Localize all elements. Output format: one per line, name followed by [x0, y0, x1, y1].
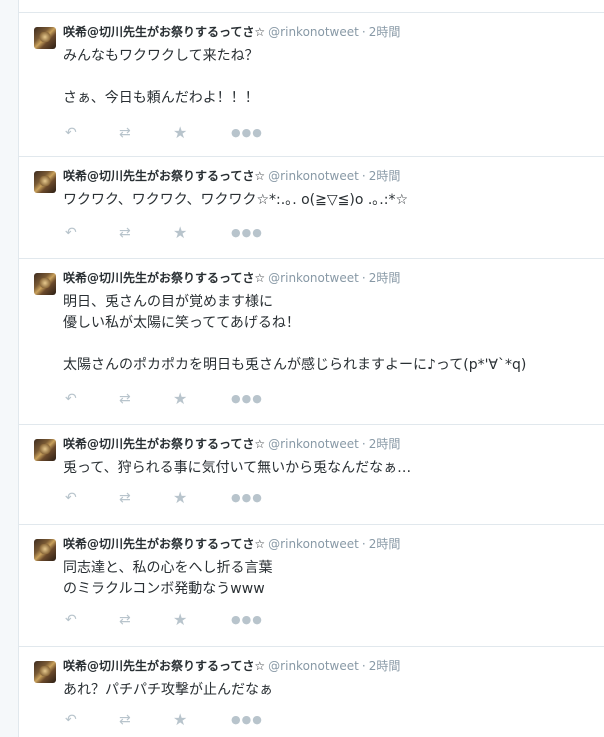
- reply-icon[interactable]: ↶: [65, 489, 77, 507]
- more-icon[interactable]: ●●●: [231, 711, 263, 729]
- retweet-icon[interactable]: ⇄: [119, 711, 131, 729]
- retweet-icon[interactable]: ⇄: [119, 390, 131, 408]
- star-icon[interactable]: ★: [173, 224, 187, 242]
- tweet-text: 兎って、狩られる事に気付いて無いから兎なんだなぁ…: [63, 460, 412, 476]
- more-icon[interactable]: ●●●: [231, 390, 263, 408]
- tweet-fullname[interactable]: 咲希@切川先生がお祭りするってさ☆: [63, 437, 265, 451]
- avatar[interactable]: [34, 27, 56, 49]
- tweet-timestamp[interactable]: 2時間: [369, 169, 401, 183]
- tweet-header: 咲希@切川先生がお祭りするってさ☆ @rinkonotweet · 2時間: [63, 270, 400, 286]
- tweet-timestamp[interactable]: 2時間: [369, 271, 401, 285]
- avatar[interactable]: [34, 661, 56, 683]
- tweet-fullname[interactable]: 咲希@切川先生がお祭りするってさ☆: [63, 659, 265, 673]
- star-icon[interactable]: ★: [173, 390, 187, 408]
- star-icon[interactable]: ★: [173, 711, 187, 729]
- star-icon[interactable]: ★: [173, 124, 187, 142]
- timeline: 咲希@切川先生がお祭りするってさ☆ @rinkonotweet · 2時間 みんなもワ…: [18, 0, 604, 737]
- star-icon[interactable]: ★: [173, 489, 187, 507]
- retweet-icon[interactable]: ⇄: [119, 489, 131, 507]
- tweet-timestamp[interactable]: 2時間: [369, 537, 401, 551]
- more-icon[interactable]: ●●●: [231, 224, 263, 242]
- tweet-username[interactable]: @rinkonotweet: [268, 169, 359, 183]
- avatar[interactable]: [34, 439, 56, 461]
- tweet-separator: ·: [361, 437, 366, 451]
- more-icon[interactable]: ●●●: [231, 611, 263, 629]
- tweet-header: 咲希@切川先生がお祭りするってさ☆ @rinkonotweet · 2時間: [63, 536, 400, 552]
- tweet[interactable]: 咲希@切川先生がお祭りするってさ☆ @rinkonotweet · 2時間 兎って、狩…: [19, 424, 604, 524]
- retweet-icon[interactable]: ⇄: [119, 224, 131, 242]
- tweet-fullname[interactable]: 咲希@切川先生がお祭りするってさ☆: [63, 271, 265, 285]
- more-icon[interactable]: ●●●: [231, 489, 263, 507]
- tweet-timestamp[interactable]: 2時間: [369, 25, 401, 39]
- tweet-username[interactable]: @rinkonotweet: [268, 271, 359, 285]
- tweet[interactable]: 咲希@切川先生がお祭りするってさ☆ @rinkonotweet · 2時間 明日、兎さ…: [19, 258, 604, 424]
- tweet[interactable]: 咲希@切川先生がお祭りするってさ☆ @rinkonotweet · 2時間 みんなもワ…: [19, 12, 604, 156]
- tweet-text: 明日、兎さんの目が覚めます様に 優しい私が太陽に笑っててあげるね！ 太陽さんのポ…: [63, 294, 527, 373]
- reply-icon[interactable]: ↶: [65, 124, 77, 142]
- more-icon[interactable]: ●●●: [231, 124, 263, 142]
- tweet-text: 同志達と、私の心をへし折る言葉 のミラクルコンボ発動なうwww: [63, 560, 273, 597]
- tweet[interactable]: 咲希@切川先生がお祭りするってさ☆ @rinkonotweet · 2時間 同志達と、…: [19, 524, 604, 646]
- retweet-icon[interactable]: ⇄: [119, 611, 131, 629]
- tweet-separator: ·: [361, 537, 366, 551]
- reply-icon[interactable]: ↶: [65, 224, 77, 242]
- tweet-text: あれ？パチパチ攻撃が止んだなぁ: [63, 682, 273, 698]
- avatar[interactable]: [34, 171, 56, 193]
- tweet-separator: ·: [361, 25, 366, 39]
- tweet-header: 咲希@切川先生がお祭りするってさ☆ @rinkonotweet · 2時間: [63, 436, 400, 452]
- reply-icon[interactable]: ↶: [65, 611, 77, 629]
- tweet-header: 咲希@切川先生がお祭りするってさ☆ @rinkonotweet · 2時間: [63, 24, 400, 40]
- avatar[interactable]: [34, 539, 56, 561]
- tweet-header: 咲希@切川先生がお祭りするってさ☆ @rinkonotweet · 2時間: [63, 168, 400, 184]
- tweet-username[interactable]: @rinkonotweet: [268, 25, 359, 39]
- tweet-username[interactable]: @rinkonotweet: [268, 537, 359, 551]
- tweet-username[interactable]: @rinkonotweet: [268, 437, 359, 451]
- tweet-timestamp[interactable]: 2時間: [369, 659, 401, 673]
- tweet[interactable]: 咲希@切川先生がお祭りするってさ☆ @rinkonotweet · 2時間 ワクワク、…: [19, 156, 604, 258]
- tweet-fullname[interactable]: 咲希@切川先生がお祭りするってさ☆: [63, 537, 265, 551]
- tweet-separator: ·: [361, 169, 366, 183]
- tweet-timestamp[interactable]: 2時間: [369, 437, 401, 451]
- star-icon[interactable]: ★: [173, 611, 187, 629]
- tweet-text: ワクワク、ワクワク、ワクワク☆*:.｡. o(≧▽≦)o .｡.:*☆: [63, 192, 408, 208]
- retweet-icon[interactable]: ⇄: [119, 124, 131, 142]
- tweet-username[interactable]: @rinkonotweet: [268, 659, 359, 673]
- reply-icon[interactable]: ↶: [65, 711, 77, 729]
- avatar[interactable]: [34, 273, 56, 295]
- reply-icon[interactable]: ↶: [65, 390, 77, 408]
- tweet[interactable]: 咲希@切川先生がお祭りするってさ☆ @rinkonotweet · 2時間 あれ？パチ…: [19, 646, 604, 737]
- tweet-separator: ·: [361, 659, 366, 673]
- tweet-text: みんなもワクワクして来たね？ さぁ、今日も頼んだわよ！！！: [63, 48, 259, 106]
- tweet-header: 咲希@切川先生がお祭りするってさ☆ @rinkonotweet · 2時間: [63, 658, 400, 674]
- tweet-separator: ·: [361, 271, 366, 285]
- tweet-fullname[interactable]: 咲希@切川先生がお祭りするってさ☆: [63, 169, 265, 183]
- tweet-fullname[interactable]: 咲希@切川先生がお祭りするってさ☆: [63, 25, 265, 39]
